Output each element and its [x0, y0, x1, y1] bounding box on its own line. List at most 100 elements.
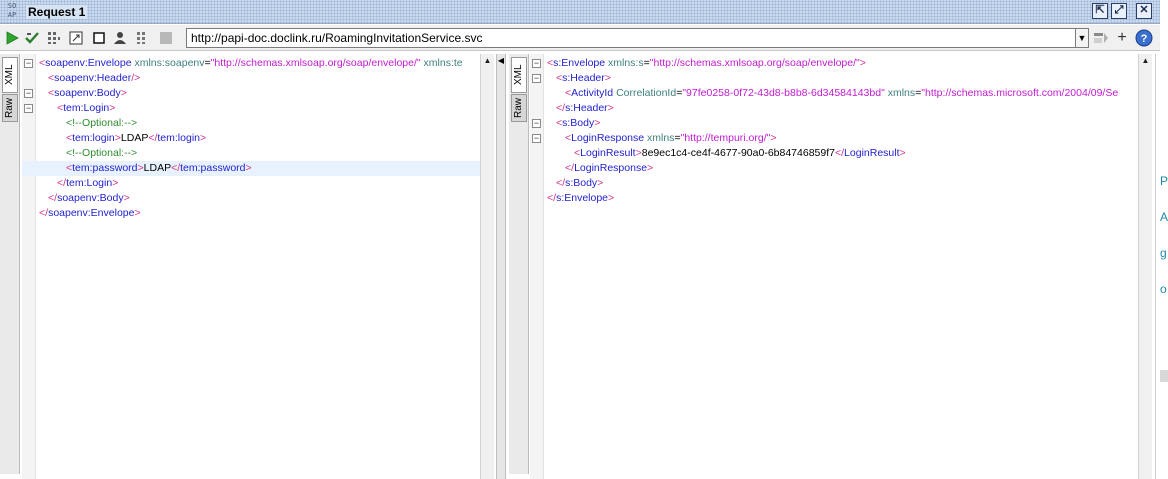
add-assertion-button[interactable]	[23, 29, 41, 47]
run-request-button[interactable]	[3, 29, 21, 47]
xml-code: <LoginResponse xmlns="http://tempuri.org…	[565, 131, 777, 146]
xml-line[interactable]: <LoginResult>8e9ec1c4-ce4f-4677-90a0-6b8…	[530, 146, 1138, 161]
request-xml-editor[interactable]: − <soapenv:Envelope xmlns:soapenv="http:/…	[22, 54, 480, 479]
xml-line[interactable]: <!--Optional:-->	[22, 146, 480, 161]
xml-line[interactable]: <ActivityId CorrelationId="97fe0258-0f72…	[530, 86, 1138, 101]
xml-line[interactable]: − <soapenv:Body>	[22, 86, 480, 101]
xml-code: <s:Header>	[556, 71, 611, 86]
check-icon	[25, 32, 39, 44]
fold-toggle-icon[interactable]: −	[24, 104, 33, 113]
xml-token: xmlns	[884, 87, 916, 99]
detach-window-button[interactable]: ⇱	[1092, 3, 1108, 19]
xml-line[interactable]: <!--Optional:-->	[22, 116, 480, 131]
xml-line[interactable]: <soapenv:Header/>	[22, 71, 480, 86]
edge-scroll-thumb	[1160, 370, 1168, 382]
xml-token: s:Header	[562, 72, 605, 84]
xml-code: <s:Envelope xmlns:s="http://schemas.xmls…	[547, 56, 866, 71]
xml-token: xmlns:te	[420, 57, 463, 69]
wsrm-icon	[137, 32, 145, 44]
maximize-icon: ⤢	[1114, 4, 1124, 16]
xml-token: 8e9ec1c4-ce4f-4677-90a0-6b84746859f7	[641, 147, 835, 159]
xml-line[interactable]: </s:Envelope>	[530, 191, 1138, 206]
fold-toggle-icon[interactable]: −	[532, 134, 541, 143]
user-icon	[114, 32, 126, 44]
fold-toggle-icon[interactable]: −	[24, 59, 33, 68]
xml-token: LDAP	[120, 132, 149, 144]
help-button[interactable]: ?	[1135, 29, 1153, 47]
xml-token: xmlns:soapenv	[131, 57, 205, 69]
xml-token: ActivityId	[571, 87, 614, 99]
tabbed-view-button[interactable]	[90, 29, 108, 47]
split-collapse-icon[interactable]: ◀	[497, 55, 505, 67]
xml-token: s:Header	[565, 102, 608, 114]
peek-text: P	[1160, 174, 1168, 188]
close-window-button[interactable]: ✕	[1136, 3, 1152, 19]
xml-token: >	[647, 162, 654, 174]
xml-code: <!--Optional:-->	[66, 116, 137, 131]
split-divider[interactable]	[496, 54, 506, 479]
xml-line[interactable]: − <s:Envelope xmlns:s="http://schemas.xml…	[530, 56, 1138, 71]
disabled-stop-button[interactable]	[157, 29, 175, 47]
window-titlebar: SO AP Request 1 ⇱ ⤢ ✕	[0, 0, 1160, 24]
xml-line[interactable]: <tem:login>LDAP</tem:login>	[22, 131, 480, 146]
xml-line[interactable]: − <s:Header>	[530, 71, 1138, 86]
fold-toggle-icon[interactable]: −	[532, 59, 541, 68]
add-endpoint-button[interactable]: +	[1113, 29, 1131, 47]
endpoint-dropdown-button[interactable]: ▼	[1075, 28, 1089, 48]
xml-code: </LoginResponse>	[565, 161, 653, 176]
tab-response-raw[interactable]: Raw	[511, 94, 527, 122]
xml-token: "http://schemas.microsoft.com/2004/09/Se	[921, 87, 1119, 99]
fold-toggle-icon[interactable]: −	[532, 74, 541, 83]
fold-toggle-icon[interactable]: −	[24, 89, 33, 98]
xml-line[interactable]: − <LoginResponse xmlns="http://tempuri.or…	[530, 131, 1138, 146]
xml-token: >	[899, 147, 906, 159]
endpoint-url-field[interactable]: http://papi-doc.doclink.ru/RoamingInvita…	[186, 28, 1076, 48]
xml-token: </	[39, 207, 49, 219]
scroll-up-icon[interactable]: ▲	[1139, 54, 1152, 68]
xml-line[interactable]: </soapenv:Body>	[22, 191, 480, 206]
logo-bottom-text: AP	[7, 11, 17, 19]
auth-settings-button[interactable]	[111, 29, 129, 47]
response-xml-editor[interactable]: − <s:Envelope xmlns:s="http://schemas.xml…	[530, 54, 1138, 479]
xml-token: LoginResponse	[571, 132, 645, 144]
xml-token: >	[123, 192, 130, 204]
request-vertical-scrollbar[interactable]: ▲	[480, 54, 494, 479]
tab-request-xml[interactable]: XML	[2, 57, 18, 93]
xml-code: </s:Envelope>	[547, 191, 614, 206]
peek-text: g	[1160, 246, 1167, 260]
tab-request-raw[interactable]: Raw	[2, 94, 18, 122]
wsa-settings-button[interactable]	[45, 29, 63, 47]
xml-line[interactable]: </s:Body>	[530, 176, 1138, 191]
xml-line[interactable]: </tem:Login>	[22, 176, 480, 191]
xml-code: <tem:Login>	[57, 101, 115, 116]
fold-toggle-icon[interactable]: −	[532, 119, 541, 128]
xml-token: s:Body	[562, 117, 595, 129]
scroll-up-icon[interactable]: ▲	[481, 54, 494, 68]
wsrm-settings-button[interactable]	[134, 29, 152, 47]
xml-line[interactable]: </s:Header>	[530, 101, 1138, 116]
xml-token: soapenv:Body	[54, 87, 121, 99]
xml-line[interactable]: </LoginResponse>	[530, 161, 1138, 176]
xml-token: >	[134, 207, 141, 219]
xml-token: tem:password	[180, 162, 246, 174]
xml-token: >	[594, 117, 601, 129]
xml-token: </	[547, 192, 557, 204]
header-settings-button[interactable]	[1092, 29, 1110, 47]
xml-line[interactable]: <tem:password>LDAP</tem:password>	[22, 161, 480, 176]
xml-token: soapenv:Envelope	[48, 207, 135, 219]
xml-line[interactable]: </soapenv:Envelope>	[22, 206, 480, 221]
xml-line[interactable]: − <s:Body>	[530, 116, 1138, 131]
xml-code: <tem:password>LDAP</tem:password>	[66, 161, 252, 176]
run-icon	[6, 31, 19, 45]
response-vertical-scrollbar[interactable]: ▲	[1138, 54, 1152, 479]
maximize-window-button[interactable]: ⤢	[1111, 3, 1127, 19]
response-xml-lines: − <s:Envelope xmlns:s="http://schemas.xml…	[530, 56, 1138, 206]
xml-token: </	[57, 177, 67, 189]
expand-editor-button[interactable]	[67, 29, 85, 47]
xml-line[interactable]: − <soapenv:Envelope xmlns:soapenv="http:/…	[22, 56, 480, 71]
logo-top-text: SO	[7, 2, 17, 10]
tab-response-xml[interactable]: XML	[511, 57, 527, 93]
xml-token: >	[109, 102, 116, 114]
xml-token: </	[556, 177, 566, 189]
xml-line[interactable]: − <tem:Login>	[22, 101, 480, 116]
